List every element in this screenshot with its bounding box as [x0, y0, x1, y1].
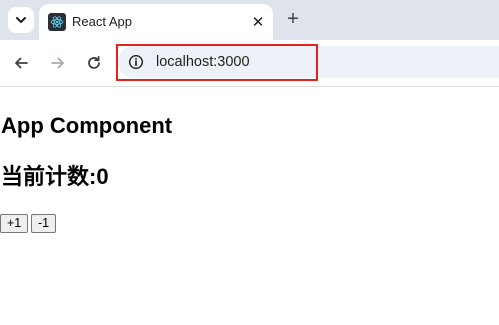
browser-window: React App ✕ + localhost:3000 App Compone…	[0, 0, 499, 325]
chevron-down-icon	[16, 17, 26, 23]
forward-button[interactable]	[47, 52, 69, 74]
tab-react-app[interactable]: React App ✕	[39, 4, 273, 40]
page-content: App Component 当前计数:0 +1 -1	[0, 87, 499, 325]
arrow-left-icon	[15, 57, 28, 69]
back-button[interactable]	[10, 52, 32, 74]
tab-title: React App	[72, 14, 132, 29]
react-icon	[48, 13, 66, 31]
reload-icon	[88, 55, 100, 69]
new-tab-button[interactable]: +	[283, 9, 303, 29]
count-heading: 当前计数:0	[1, 164, 109, 189]
info-icon[interactable]	[126, 52, 146, 72]
close-icon[interactable]: ✕	[249, 13, 267, 31]
decrement-button[interactable]: -1	[31, 214, 57, 233]
arrow-right-icon	[51, 57, 64, 69]
url-text: localhost:3000	[156, 54, 250, 70]
reload-button[interactable]	[83, 52, 105, 74]
tab-search-button[interactable]	[8, 7, 34, 33]
address-bar[interactable]: localhost:3000	[118, 46, 499, 78]
browser-toolbar: localhost:3000	[0, 40, 499, 87]
increment-button[interactable]: +1	[0, 214, 29, 233]
app-heading: App Component	[1, 113, 173, 138]
tab-strip: React App ✕ +	[0, 0, 499, 40]
